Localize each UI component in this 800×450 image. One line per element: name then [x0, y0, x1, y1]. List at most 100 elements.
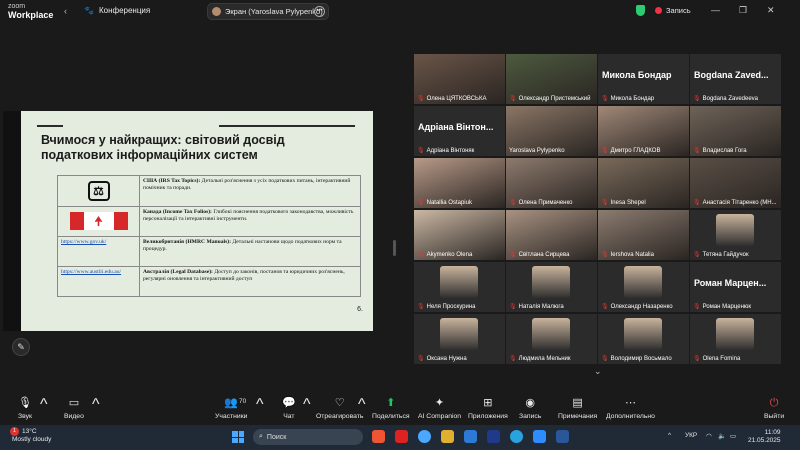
participant-tile[interactable]: 🎙 Akymenko Olena: [414, 210, 505, 260]
zoom-taskbar-icon[interactable]: [533, 430, 546, 443]
chrome-icon[interactable]: [418, 430, 431, 443]
participant-name-bar: 🎙 Володимир Восьмало: [598, 353, 689, 364]
participant-tile[interactable]: 🎙 Дмитро ГЛАДКОВ: [598, 106, 689, 156]
mic-muted-icon: 🎙: [509, 252, 517, 258]
avatar: [624, 266, 662, 298]
video-options-chevron-icon[interactable]: ^: [92, 396, 100, 425]
react-options-chevron-icon[interactable]: ^: [358, 396, 366, 425]
avatar: [532, 318, 570, 350]
chevron-left-icon[interactable]: ‹: [64, 6, 67, 16]
participant-tile[interactable]: 🎙 Олександр Назаренко: [598, 262, 689, 312]
table-row: Канада (Income Tax Folios): Глибокі пояс…: [57, 206, 361, 237]
audio-options-chevron-icon[interactable]: ^: [40, 396, 48, 425]
participant-tile[interactable]: 🎙 Олена ЦЯТКОВСЬКА: [414, 54, 505, 104]
chat-button[interactable]: 💬 Чат: [282, 396, 296, 425]
audio-button[interactable]: 🎙 Звук: [18, 396, 32, 425]
conference-menu[interactable]: 🐾 Конференция: [84, 6, 150, 15]
participant-tile[interactable]: Роман Марцен... 🎙 Роман Марценюк: [690, 262, 781, 312]
security-shield-icon[interactable]: [636, 5, 645, 16]
participant-name: Владислав Гога: [702, 147, 747, 154]
battery-icon[interactable]: ▭: [730, 432, 736, 440]
participant-tile[interactable]: 🎙 Оксана Нужна: [414, 314, 505, 364]
record-button[interactable]: ◉ Запись: [519, 396, 541, 425]
app-icon[interactable]: [395, 430, 408, 443]
mic-muted-icon: 🎙: [601, 356, 609, 362]
participant-big-name: Адріана Вінтон...: [418, 122, 494, 132]
participant-name-bar: 🎙 Bogdana Zavedeeva: [690, 93, 781, 104]
participant-big-name: Роман Марцен...: [694, 278, 767, 288]
share-screen-button[interactable]: ⬆ Поделиться: [372, 396, 410, 425]
participant-name-bar: 🎙 Iershova Natalia: [598, 249, 689, 260]
react-button[interactable]: ♡ Отреагировать: [316, 396, 363, 425]
volume-icon[interactable]: 🔈: [718, 432, 726, 440]
annotate-pen-icon[interactable]: ✎: [12, 338, 30, 356]
participant-tile[interactable]: 🎙 Олександр Пристемський: [506, 54, 597, 104]
participant-tile[interactable]: 🎙 Владислав Гога: [690, 106, 781, 156]
divider: [219, 125, 355, 127]
irs-logo-icon: ⚖: [87, 181, 110, 201]
screen-share-indicator[interactable]: Экран (Yaroslava Pylypenko) •••: [207, 3, 329, 20]
store-icon[interactable]: [487, 430, 500, 443]
participant-name-bar: 🎙 Людмила Мельник: [506, 353, 597, 364]
mic-muted-icon: 🎙: [693, 96, 701, 102]
clock[interactable]: 11:09 21.05.2025: [748, 429, 781, 445]
split-resize-handle[interactable]: [393, 240, 396, 256]
participant-name-bar: 🎙 Olena Fomina: [690, 353, 781, 364]
copilot-icon[interactable]: [372, 430, 385, 443]
leave-button[interactable]: ⏻ Выйти: [764, 396, 784, 425]
more-options-icon[interactable]: •••: [314, 6, 325, 17]
chevron-down-icon[interactable]: ⌄: [594, 366, 602, 377]
video-button[interactable]: ▭ Видео: [64, 396, 84, 425]
weather-widget[interactable]: 1 13°C Mostly cloudy: [10, 427, 51, 444]
participant-name-bar: 🎙 Тетяна Гайдучок: [690, 249, 781, 260]
participant-name-bar: 🎙 Akymenko Olena: [414, 249, 505, 260]
recording-indicator[interactable]: Запись: [655, 6, 691, 15]
participant-name: Олександр Назаренко: [610, 303, 673, 310]
participant-tile[interactable]: Bogdana Zaved... 🎙 Bogdana Zavedeeva: [690, 54, 781, 104]
participant-name-bar: 🎙 Дмитро ГЛАДКОВ: [598, 145, 689, 156]
participant-tile[interactable]: 🎙 Світлана Сирцева: [506, 210, 597, 260]
participant-name: Bogdana Zavedeeva: [702, 95, 759, 102]
participant-tile[interactable]: 🎙 Анастасія Тітаренко (МН...: [690, 158, 781, 208]
word-icon[interactable]: [556, 430, 569, 443]
tray-chevron-icon[interactable]: ^: [668, 432, 671, 439]
participants-options-chevron-icon[interactable]: ^: [256, 396, 264, 425]
wifi-icon[interactable]: ◠: [706, 432, 712, 440]
telegram-icon[interactable]: [510, 430, 523, 443]
mic-muted-icon: 🎙: [601, 96, 609, 102]
participant-tile[interactable]: 🎙 Olena Fomina: [690, 314, 781, 364]
edge-icon[interactable]: [464, 430, 477, 443]
participant-tile[interactable]: Адріана Вінтон... 🎙 Адріана Вінтоняк: [414, 106, 505, 156]
ai-companion-button[interactable]: ✦ AI Companion: [418, 396, 461, 425]
participant-tile[interactable]: 🎙 Inesa Shepel: [598, 158, 689, 208]
avatar: [440, 266, 478, 298]
participant-tile[interactable]: 🎙 Тетяна Гайдучок: [690, 210, 781, 260]
participant-tile[interactable]: 🎙 Iershova Natalia: [598, 210, 689, 260]
participant-tile[interactable]: 🎙 Наталія Малюга: [506, 262, 597, 312]
participant-tile[interactable]: 🎙 Володимир Восьмало: [598, 314, 689, 364]
participant-tile[interactable]: 🎙 Неля Проскурина: [414, 262, 505, 312]
participant-tile[interactable]: Yaroslava Pylypenko: [506, 106, 597, 156]
participant-tile[interactable]: Микола Бондар 🎙 Микола Бондар: [598, 54, 689, 104]
gov-uk-link[interactable]: https://www.gov.uk/: [61, 239, 106, 245]
close-icon[interactable]: ✕: [767, 5, 775, 16]
file-explorer-icon[interactable]: [441, 430, 454, 443]
more-button[interactable]: ⋯ Дополнительно: [606, 396, 655, 425]
participant-tile[interactable]: 🎙 Natallia Ostapiuk: [414, 158, 505, 208]
paw-icon: 🐾: [84, 6, 94, 15]
participant-tile[interactable]: 🎙 Людмила Мельник: [506, 314, 597, 364]
minimize-icon[interactable]: —: [711, 5, 720, 15]
taskbar-search[interactable]: ⌕ Поиск: [253, 429, 363, 445]
more-dots-icon: ⋯: [624, 397, 636, 409]
austlii-link[interactable]: https://www.austlii.edu.au/: [61, 269, 121, 275]
notes-button[interactable]: ▤ Примечания: [558, 396, 597, 425]
chat-options-chevron-icon[interactable]: ^: [303, 396, 311, 425]
participant-count-badge: 70: [239, 398, 247, 405]
windows-start-icon[interactable]: [232, 431, 244, 443]
apps-icon: ⊞: [483, 397, 493, 409]
language-indicator[interactable]: УКР: [685, 432, 697, 439]
participant-tile[interactable]: 🎙 Олена Примаченко: [506, 158, 597, 208]
restore-icon[interactable]: ❐: [739, 5, 747, 16]
participant-name: Людмила Мельник: [518, 355, 571, 362]
apps-button[interactable]: ⊞ Приложения: [468, 396, 508, 425]
